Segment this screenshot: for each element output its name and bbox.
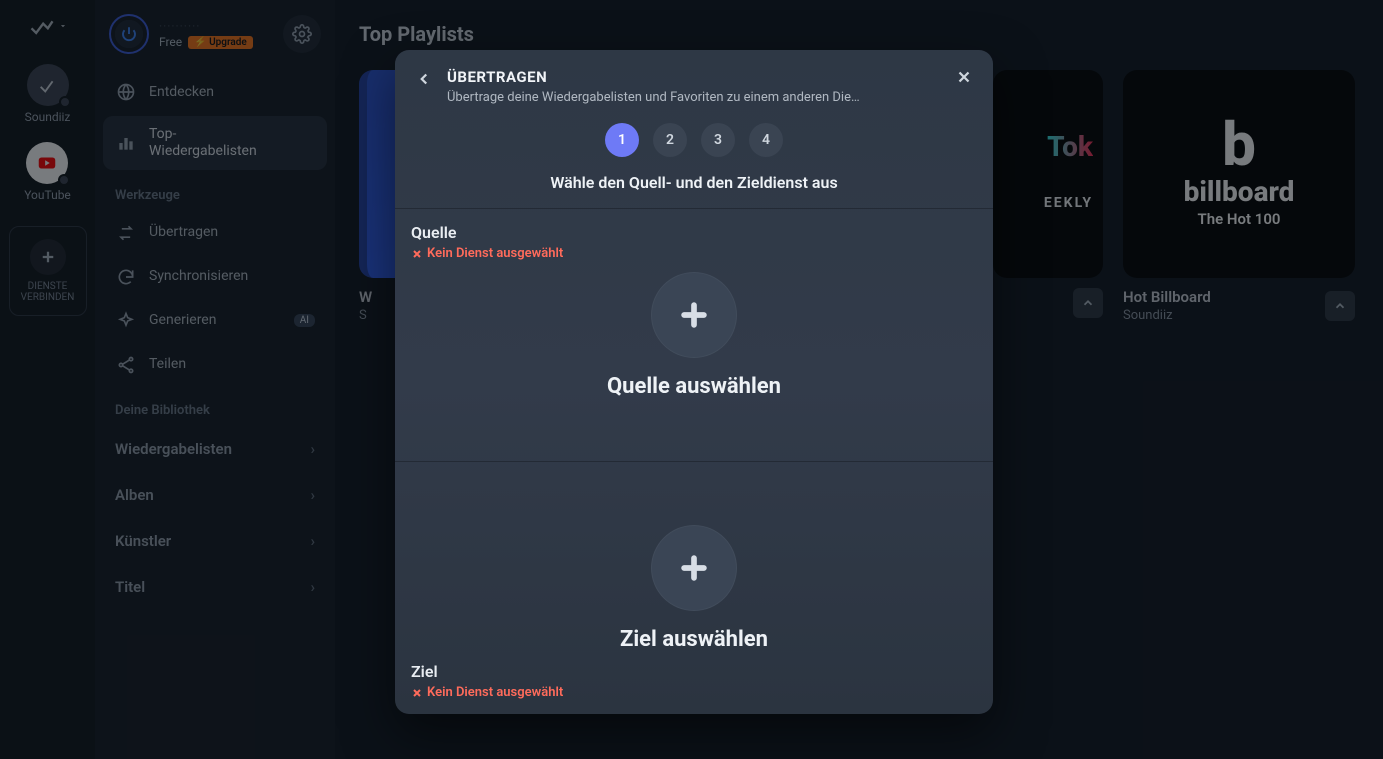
- chevron-up-icon: [1333, 299, 1347, 313]
- plus-icon: [677, 298, 711, 332]
- select-source-label: Quelle auswählen: [607, 374, 781, 399]
- plus-icon: [677, 551, 711, 585]
- source-section: Quelle Kein Dienst ausgewählt Quelle aus…: [395, 209, 993, 461]
- lib-label: Wiedergabelisten: [115, 440, 232, 458]
- chevron-right-icon: ›: [310, 532, 315, 550]
- settings-button[interactable]: [283, 15, 321, 53]
- section-tools-header: Werkzeuge: [103, 174, 327, 209]
- transfer-modal: ÜBERTRAGEN Übertrage deine Wiedergabelis…: [395, 50, 993, 714]
- library-albums[interactable]: Alben ›: [103, 474, 327, 516]
- plan-label: Free: [159, 35, 182, 49]
- step-2[interactable]: 2: [653, 123, 687, 157]
- plus-icon: [39, 248, 57, 266]
- power-icon: [120, 25, 138, 43]
- rail-service-youtube[interactable]: YouTube: [24, 142, 71, 202]
- status-dot-icon: [59, 96, 71, 108]
- destination-label: Ziel: [411, 662, 563, 681]
- step-indicator: 1 2 3 4: [395, 119, 993, 167]
- nav-sync[interactable]: Synchronisieren: [103, 257, 327, 297]
- gear-icon: [292, 24, 312, 44]
- playlist-card[interactable]: Tok EEKLY: [993, 70, 1103, 323]
- chevron-right-icon: ›: [310, 578, 315, 596]
- cover-text: EEKLY: [1044, 195, 1093, 211]
- nav-generate[interactable]: Generieren AI: [103, 301, 327, 341]
- rail-service-soundiiz[interactable]: Soundiiz: [25, 64, 71, 124]
- library-tracks[interactable]: Titel ›: [103, 566, 327, 608]
- connect-services-label: DIENSTE VERBINDEN: [21, 281, 75, 303]
- chevron-left-icon: [415, 70, 433, 88]
- account-name: ··········: [159, 19, 273, 33]
- cover-word: billboard: [1184, 175, 1295, 208]
- sparkle-icon: [116, 311, 136, 331]
- x-icon: [411, 248, 423, 260]
- card-sub: Soundiiz: [1123, 308, 1313, 323]
- select-destination-button[interactable]: [651, 525, 737, 611]
- destination-section: Ziel auswählen Ziel Kein Dienst ausgewäh…: [395, 462, 993, 714]
- source-status: Kein Dienst ausgewählt: [411, 246, 563, 261]
- modal-subtitle: Übertrage deine Wiedergabelisten und Fav…: [447, 90, 941, 105]
- lib-label: Alben: [115, 486, 154, 504]
- nav-discover[interactable]: Entdecken: [103, 72, 327, 112]
- account-avatar[interactable]: [109, 14, 149, 54]
- chevron-up-icon: [1081, 296, 1095, 310]
- connect-services-button[interactable]: DIENSTE VERBINDEN: [9, 226, 87, 316]
- cover-text: Tok: [1044, 130, 1093, 163]
- status-dot-icon: [58, 174, 70, 186]
- close-icon: [955, 68, 973, 86]
- nav-label: Übertragen: [149, 224, 315, 241]
- destination-status: Kein Dienst ausgewählt: [411, 685, 563, 700]
- card-title: Hot Billboard: [1123, 288, 1313, 306]
- library-artists[interactable]: Künstler ›: [103, 520, 327, 562]
- rail-item-label: YouTube: [24, 188, 71, 202]
- chevron-right-icon: ›: [310, 486, 315, 504]
- x-icon: [411, 687, 423, 699]
- nav-transfer[interactable]: Übertragen: [103, 213, 327, 253]
- share-icon: [116, 355, 136, 375]
- lib-label: Titel: [115, 578, 145, 596]
- upgrade-button[interactable]: ⚡ Upgrade: [188, 36, 253, 49]
- playlist-card[interactable]: b billboard The Hot 100 Hot Billboard So…: [1123, 70, 1355, 323]
- globe-icon: [116, 82, 136, 102]
- modal-close-button[interactable]: [955, 68, 973, 86]
- modal-instruction: Wähle den Quell- und den Zieldienst aus: [395, 167, 993, 208]
- select-destination-label: Ziel auswählen: [620, 627, 768, 652]
- step-4[interactable]: 4: [749, 123, 783, 157]
- nav-label: Top- Wiedergabelisten: [149, 126, 315, 160]
- select-source-button[interactable]: [651, 272, 737, 358]
- bar-chart-icon: [116, 133, 136, 153]
- card-expand-button[interactable]: [1073, 288, 1103, 318]
- modal-back-button[interactable]: [415, 68, 433, 88]
- source-label: Quelle: [411, 223, 563, 242]
- nav-top-playlists[interactable]: Top- Wiedergabelisten: [103, 116, 327, 170]
- nav-label: Entdecken: [149, 84, 315, 101]
- nav-share[interactable]: Teilen: [103, 345, 327, 385]
- sync-icon: [116, 267, 136, 287]
- step-1[interactable]: 1: [605, 123, 639, 157]
- library-playlists[interactable]: Wiedergabelisten ›: [103, 428, 327, 470]
- lib-label: Künstler: [115, 532, 171, 550]
- app-logo[interactable]: [28, 12, 68, 40]
- nav-label: Teilen: [149, 356, 315, 373]
- cover-sub: The Hot 100: [1198, 210, 1281, 228]
- page-title: Top Playlists: [359, 22, 1359, 46]
- chevron-right-icon: ›: [310, 440, 315, 458]
- rail-item-label: Soundiiz: [25, 110, 71, 124]
- transfer-icon: [116, 223, 136, 243]
- cover-logo: b: [1222, 121, 1256, 169]
- card-expand-button[interactable]: [1325, 291, 1355, 321]
- modal-title: ÜBERTRAGEN: [447, 68, 941, 86]
- step-3[interactable]: 3: [701, 123, 735, 157]
- section-library-header: Deine Bibliothek: [103, 389, 327, 424]
- nav-label: Generieren: [149, 312, 282, 329]
- ai-badge: AI: [294, 314, 315, 327]
- nav-label: Synchronisieren: [149, 268, 315, 285]
